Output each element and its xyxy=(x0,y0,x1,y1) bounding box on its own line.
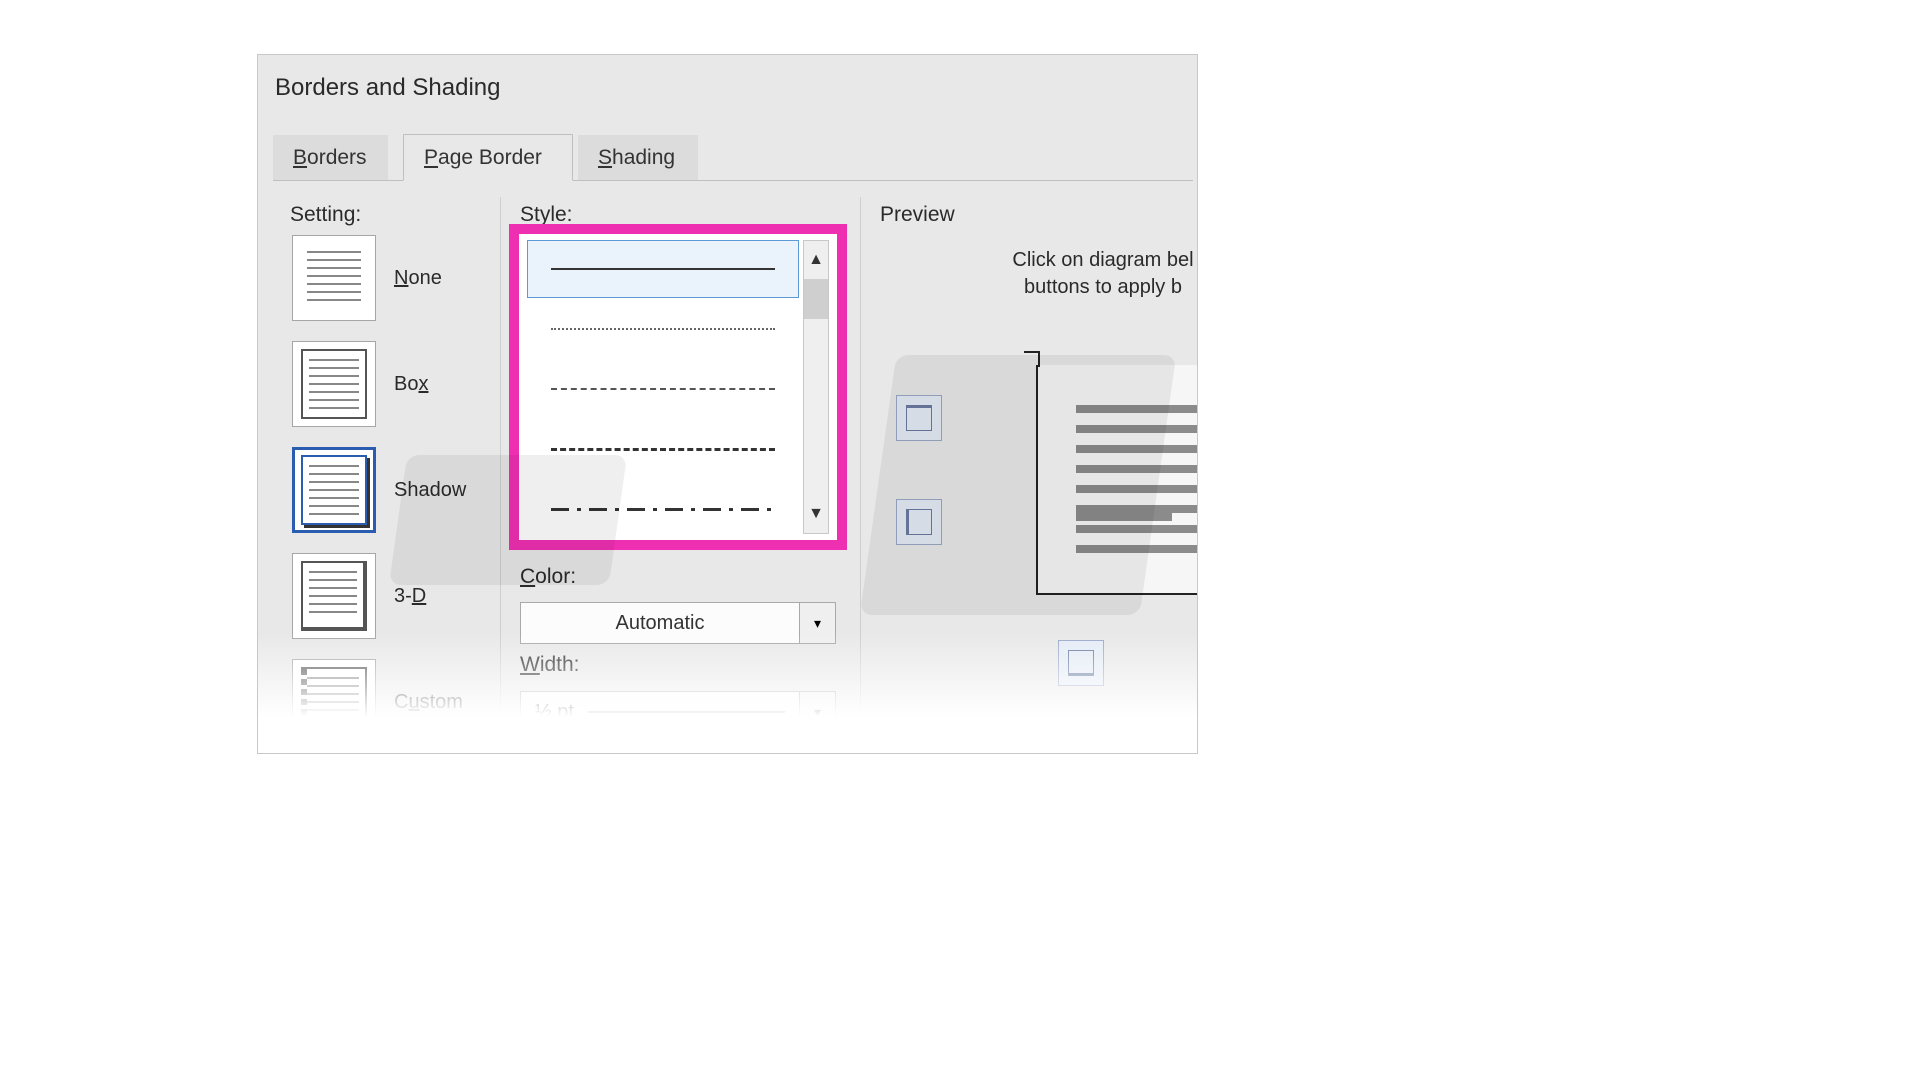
divider-right xyxy=(860,197,861,753)
setting-3d-icon xyxy=(292,553,376,639)
tab-strip: Borders Page Border Shading xyxy=(273,135,1193,181)
setting-3d-label: 3-D xyxy=(394,585,426,608)
setting-box-label: Box xyxy=(394,373,428,396)
style-list-highlight-frame: ▲ ▼ xyxy=(509,224,847,550)
width-dropdown[interactable]: ½ pt ▾ xyxy=(520,691,836,733)
color-dropdown[interactable]: Automatic ▾ xyxy=(520,602,836,644)
divider-left xyxy=(500,197,501,753)
setting-shadow-label: Shadow xyxy=(394,479,466,502)
tab-shading[interactable]: Shading xyxy=(578,135,698,180)
chevron-down-icon[interactable]: ▾ xyxy=(799,603,835,643)
preview-label: Preview xyxy=(880,203,955,227)
setting-box-icon xyxy=(292,341,376,427)
preview-bottom-border-button[interactable] xyxy=(1058,640,1104,686)
preview-page-shortline xyxy=(1076,513,1172,521)
preview-left-border-button[interactable] xyxy=(896,499,942,545)
style-item-dashed[interactable] xyxy=(527,360,799,418)
preview-top-border-button[interactable] xyxy=(896,395,942,441)
color-label: Color: xyxy=(520,565,576,589)
color-value: Automatic xyxy=(521,612,799,635)
style-item-solid[interactable] xyxy=(527,240,799,298)
width-label: Width: xyxy=(520,653,580,677)
setting-box[interactable]: Box xyxy=(292,341,492,427)
style-list[interactable] xyxy=(527,240,799,534)
setting-shadow[interactable]: Shadow xyxy=(292,447,492,533)
width-value: ½ pt xyxy=(521,701,574,724)
style-item-dash-dot[interactable] xyxy=(527,480,799,538)
preview-page-lines xyxy=(1076,405,1198,553)
setting-3d[interactable]: 3-D xyxy=(292,553,492,639)
setting-none-label: None xyxy=(394,267,442,290)
tab-borders[interactable]: Borders xyxy=(273,135,388,180)
setting-none-icon xyxy=(292,235,376,321)
dialog-title: Borders and Shading xyxy=(275,74,501,102)
scroll-thumb[interactable] xyxy=(804,279,828,319)
setting-none[interactable]: None xyxy=(292,235,492,321)
chevron-down-icon[interactable]: ▾ xyxy=(799,692,835,732)
setting-label: Setting: xyxy=(290,203,361,227)
borders-and-shading-dialog: Borders and Shading Borders Page Border … xyxy=(257,54,1198,754)
scroll-up-icon[interactable]: ▲ xyxy=(804,241,828,279)
preview-hint: Click on diagram bel buttons to apply b xyxy=(998,247,1198,301)
setting-shadow-icon xyxy=(292,447,376,533)
style-item-dashed-heavy[interactable] xyxy=(527,420,799,478)
style-scrollbar[interactable]: ▲ ▼ xyxy=(803,240,829,534)
style-item-dotted[interactable] xyxy=(527,300,799,358)
preview-page-icon[interactable] xyxy=(1036,365,1198,595)
setting-custom-label: Custom xyxy=(394,691,463,714)
width-sample-line xyxy=(588,711,785,713)
scroll-down-icon[interactable]: ▼ xyxy=(804,495,828,533)
tab-page-border[interactable]: Page Border xyxy=(403,134,573,181)
setting-custom[interactable]: Custom xyxy=(292,659,492,745)
setting-custom-icon xyxy=(292,659,376,745)
